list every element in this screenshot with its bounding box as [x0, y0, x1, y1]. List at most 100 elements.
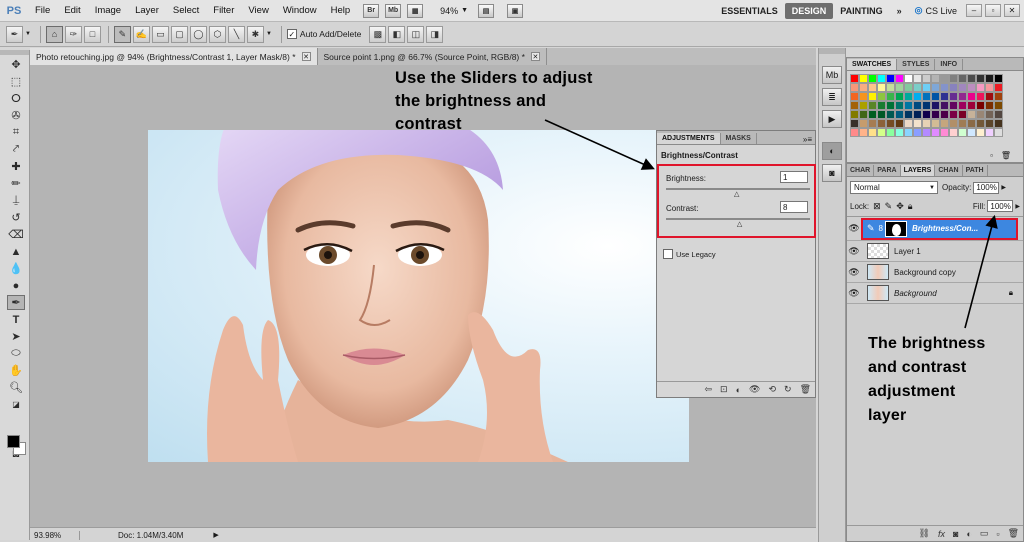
paths-icon[interactable]: ✑: [64, 25, 82, 43]
color-swatch[interactable]: [940, 74, 949, 83]
color-swatch[interactable]: [967, 74, 976, 83]
close-icon[interactable]: ✕: [301, 52, 311, 61]
color-swatch[interactable]: [859, 83, 868, 92]
fill-input[interactable]: 100%: [987, 200, 1014, 212]
color-swatch[interactable]: [985, 128, 994, 137]
use-legacy-checkbox[interactable]: [663, 249, 673, 259]
color-swatch[interactable]: [868, 92, 877, 101]
swatch-grid[interactable]: [850, 74, 1008, 150]
menu-filter[interactable]: Filter: [206, 5, 241, 16]
color-swatch[interactable]: [886, 101, 895, 110]
color-swatch[interactable]: [967, 110, 976, 119]
return-to-list-icon[interactable]: ⇦: [705, 384, 713, 395]
tab-adjustments[interactable]: ADJUSTMENTS: [657, 133, 721, 144]
color-swatch[interactable]: [949, 74, 958, 83]
history-brush-tool-icon[interactable]: ↺: [7, 210, 25, 225]
tab-channels[interactable]: CHAN: [935, 165, 963, 176]
reset-icon[interactable]: ↻: [784, 384, 792, 395]
menu-edit[interactable]: Edit: [57, 5, 87, 16]
tab-info[interactable]: INFO: [935, 59, 964, 70]
color-swatch[interactable]: [922, 119, 931, 128]
workspace-more[interactable]: »: [890, 3, 909, 19]
close-icon[interactable]: ✕: [530, 52, 540, 61]
opacity-input[interactable]: 100%: [973, 181, 1000, 194]
color-swatch[interactable]: [922, 101, 931, 110]
layer-row-layer-1[interactable]: 👁︎ Layer 1: [847, 241, 1023, 262]
color-swatch[interactable]: [850, 92, 859, 101]
color-swatch[interactable]: [886, 92, 895, 101]
color-swatch[interactable]: [931, 101, 940, 110]
type-tool-icon[interactable]: T: [7, 312, 25, 327]
menu-select[interactable]: Select: [166, 5, 206, 16]
line-icon[interactable]: ╲: [227, 25, 245, 43]
color-swatch[interactable]: [913, 110, 922, 119]
delete-layer-icon[interactable]: 🗑︎: [1008, 528, 1019, 539]
color-swatch[interactable]: [940, 101, 949, 110]
new-layer-icon[interactable]: ▫: [996, 529, 999, 539]
color-swatch[interactable]: [976, 74, 985, 83]
color-swatch[interactable]: [913, 92, 922, 101]
adjustments-icon[interactable]: ◐: [822, 142, 842, 160]
color-swatch[interactable]: [895, 128, 904, 137]
color-swatch[interactable]: [859, 92, 868, 101]
clone-stamp-tool-icon[interactable]: ⍊: [7, 193, 25, 208]
color-swatch[interactable]: [958, 128, 967, 137]
blend-mode-select[interactable]: Normal ▼: [850, 181, 938, 194]
color-swatch[interactable]: [994, 128, 1003, 137]
color-swatch[interactable]: [904, 92, 913, 101]
brush-tool-icon[interactable]: ✏: [7, 176, 25, 191]
color-swatch[interactable]: [859, 101, 868, 110]
color-swatch[interactable]: [850, 74, 859, 83]
color-swatch[interactable]: [931, 128, 940, 137]
pen-tool-preset-icon[interactable]: ✒: [6, 25, 23, 43]
layer-row-brightness-contrast[interactable]: 👁︎ ✎ 8 Brightness/Con...: [847, 217, 1023, 241]
new-swatch-icon[interactable]: ▫: [990, 151, 993, 160]
color-swatch[interactable]: [958, 74, 967, 83]
menu-file[interactable]: File: [28, 5, 57, 16]
color-swatch[interactable]: [868, 101, 877, 110]
masks-icon[interactable]: ◙: [822, 164, 842, 182]
document-photo[interactable]: [148, 130, 689, 462]
quick-selection-tool-icon[interactable]: ✇: [7, 108, 25, 123]
panel-grip[interactable]: [819, 48, 845, 54]
menu-window[interactable]: Window: [276, 5, 324, 16]
color-swatch[interactable]: [940, 110, 949, 119]
color-swatch[interactable]: [976, 83, 985, 92]
color-swatch[interactable]: [940, 119, 949, 128]
status-zoom[interactable]: 93.98%: [30, 530, 80, 540]
color-swatch[interactable]: [877, 74, 886, 83]
color-swatch[interactable]: [967, 128, 976, 137]
brightness-value-input[interactable]: 1: [780, 171, 808, 183]
lock-transparent-icon[interactable]: ⊠: [873, 201, 881, 212]
color-swatch[interactable]: [850, 128, 859, 137]
arrange-documents-icon[interactable]: ▤: [478, 3, 495, 18]
color-swatch[interactable]: [994, 92, 1003, 101]
color-swatch[interactable]: [895, 83, 904, 92]
color-swatch[interactable]: [886, 119, 895, 128]
color-swatch[interactable]: [949, 119, 958, 128]
color-swatch[interactable]: [922, 92, 931, 101]
color-swatch[interactable]: [877, 101, 886, 110]
paint-bucket-tool-icon[interactable]: ▲: [7, 244, 25, 259]
chain-link-icon[interactable]: 8: [879, 224, 883, 233]
status-arrow-icon[interactable]: ▶: [213, 531, 218, 539]
color-swatch[interactable]: [859, 74, 868, 83]
fill-pixels-icon[interactable]: □: [83, 25, 101, 43]
color-swatch[interactable]: [958, 83, 967, 92]
color-swatch[interactable]: [877, 110, 886, 119]
color-swatch[interactable]: [895, 92, 904, 101]
zoom-level-select[interactable]: 94%: [440, 6, 458, 16]
shape-tool-icon[interactable]: ⬭: [7, 346, 25, 361]
color-swatch[interactable]: [895, 101, 904, 110]
color-swatch[interactable]: [913, 83, 922, 92]
workspace-essentials[interactable]: ESSENTIALS: [714, 3, 785, 19]
tab-character[interactable]: CHAR: [847, 165, 875, 176]
color-swatch[interactable]: [994, 101, 1003, 110]
clip-to-layer-icon[interactable]: ◐: [736, 385, 741, 395]
color-swatch[interactable]: [913, 101, 922, 110]
layer-row-background[interactable]: 👁︎ Background 🔒︎: [847, 283, 1023, 304]
color-swatch[interactable]: [940, 83, 949, 92]
panel-grip[interactable]: [0, 50, 29, 55]
color-swatch[interactable]: [868, 83, 877, 92]
color-swatch[interactable]: [850, 110, 859, 119]
